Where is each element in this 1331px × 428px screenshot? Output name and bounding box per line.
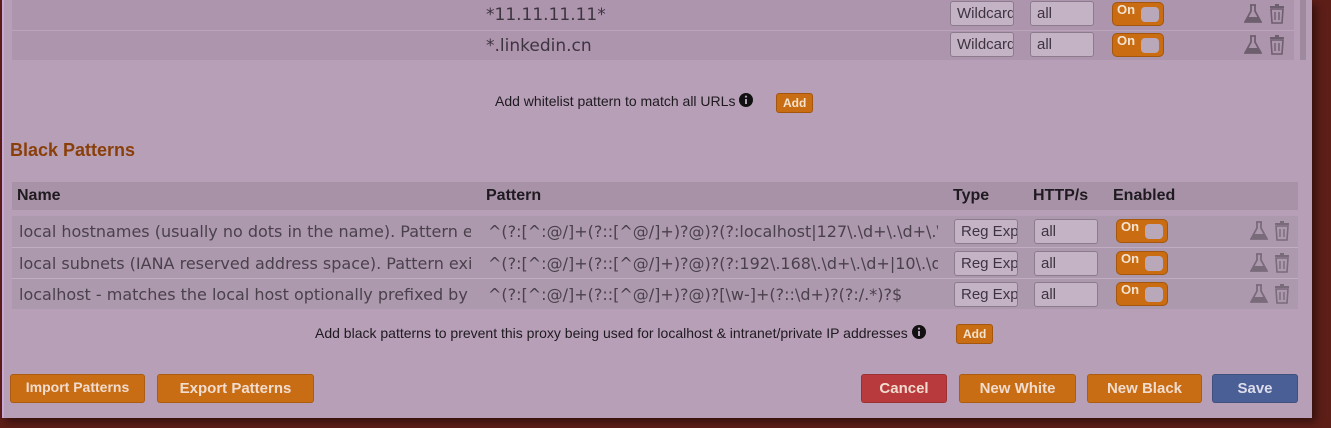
flask-icon[interactable] [1244,4,1262,24]
save-button[interactable]: Save [1212,374,1298,403]
trash-icon[interactable] [1274,253,1290,273]
type-select[interactable]: Reg Exp [954,251,1018,276]
toggle-knob [1145,287,1163,302]
cancel-button[interactable]: Cancel [861,374,947,403]
pattern-editor-panel: *11.11.11.11* Wildcard all On *.linkedin… [2,0,1312,418]
trash-icon[interactable] [1269,35,1285,55]
toggle-label: On [1121,251,1140,266]
info-icon[interactable] [739,93,754,107]
flask-icon[interactable] [1250,253,1268,273]
flask-icon[interactable] [1244,35,1262,55]
toggle-label: On [1117,33,1136,48]
table-row: local subnets (IANA reserved address spa… [12,247,1298,278]
new-black-button[interactable]: New Black [1087,374,1202,403]
type-select[interactable]: Wildcard [950,32,1014,57]
trash-icon[interactable] [1269,4,1285,24]
enabled-toggle[interactable]: On [1116,219,1168,243]
table-row: local hostnames (usually no dots in the … [12,216,1298,247]
whitelist-add-text: Add whitelist pattern to match all URLs [495,93,754,109]
http-select[interactable]: all [1030,1,1094,26]
table-row: localhost - matches the local host optio… [12,278,1298,309]
toggle-knob [1141,7,1159,22]
whitelist-table: *11.11.11.11* Wildcard all On *.linkedin… [12,0,1306,60]
column-header-http: HTTP/s [1033,187,1089,204]
blacklist-add-label: Add black patterns to prevent this proxy… [315,325,908,341]
pattern-text[interactable]: *.linkedin.cn [486,36,592,56]
enabled-toggle[interactable]: On [1112,33,1164,57]
black-patterns-title: Black Patterns [10,140,136,160]
toggle-label: On [1117,2,1136,17]
toggle-label: On [1121,219,1140,234]
enabled-toggle[interactable]: On [1112,2,1164,26]
column-header-type: Type [953,187,990,204]
http-select[interactable]: all [1030,32,1094,57]
blacklist-add-text: Add black patterns to prevent this proxy… [315,325,926,341]
pattern-field[interactable]: ^(?:[^:@/]+(?::[^@/]+)?@)?[\w-]+(?::\d+)… [488,285,938,304]
toggle-knob [1145,224,1163,239]
enabled-toggle[interactable]: On [1116,282,1168,306]
name-field[interactable]: localhost - matches the local host optio… [19,285,471,304]
pattern-text[interactable]: *11.11.11.11* [486,5,606,25]
export-patterns-button[interactable]: Export Patterns [157,374,314,403]
whitelist-add-label: Add whitelist pattern to match all URLs [495,93,736,109]
type-select[interactable]: Reg Exp [954,219,1018,244]
add-whitelist-button[interactable]: Add [776,93,814,113]
new-white-button[interactable]: New White [959,374,1076,403]
trash-icon[interactable] [1274,284,1290,304]
scrollbar[interactable] [1300,0,1306,60]
flask-icon[interactable] [1250,284,1268,304]
toggle-knob [1141,38,1159,53]
toggle-knob [1145,256,1163,271]
name-field[interactable]: local subnets (IANA reserved address spa… [19,254,471,273]
pattern-field[interactable]: ^(?:[^:@/]+(?::[^@/]+)?@)?(?:localhost|1… [488,222,938,241]
add-blacklist-button[interactable]: Add [956,324,994,344]
http-select[interactable]: all [1034,282,1098,307]
http-select[interactable]: all [1034,219,1098,244]
flask-icon[interactable] [1250,221,1268,241]
http-select[interactable]: all [1034,251,1098,276]
type-select[interactable]: Reg Exp [954,282,1018,307]
name-field[interactable]: local hostnames (usually no dots in the … [19,222,471,241]
toggle-label: On [1121,282,1140,297]
column-header-enabled: Enabled [1113,187,1176,204]
black-table-header: Name Pattern Type HTTP/s Enabled [12,182,1298,210]
type-select[interactable]: Wildcard [950,1,1014,26]
table-row: *11.11.11.11* Wildcard all On [12,0,1294,30]
column-header-name: Name [17,187,61,204]
info-icon[interactable] [911,325,926,339]
table-row: *.linkedin.cn Wildcard all On [12,30,1294,60]
pattern-field[interactable]: ^(?:[^:@/]+(?::[^@/]+)?@)?(?:192\.168\.\… [488,254,938,273]
enabled-toggle[interactable]: On [1116,251,1168,275]
column-header-pattern: Pattern [486,187,542,204]
trash-icon[interactable] [1274,221,1290,241]
import-patterns-button[interactable]: Import Patterns [10,374,145,403]
